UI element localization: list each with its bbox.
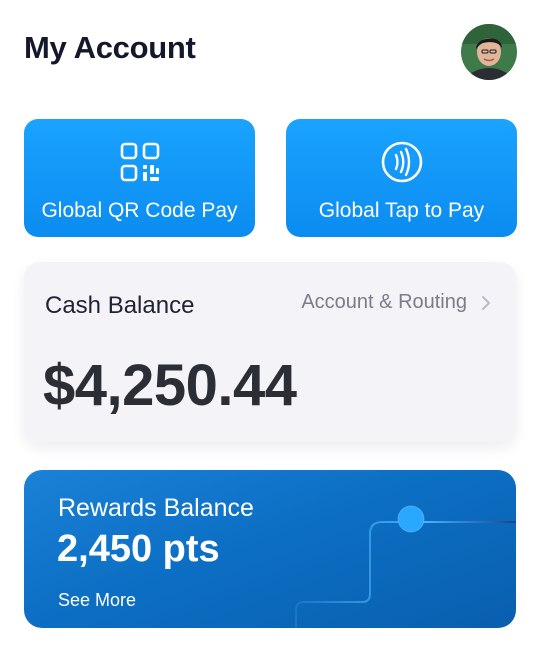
qr-code-icon	[120, 142, 159, 182]
avatar[interactable]	[461, 24, 517, 80]
cash-balance-card: Cash Balance Account & Routing $4,250.44	[24, 262, 516, 442]
see-more-link[interactable]: See More	[58, 590, 136, 611]
page-title: My Account	[24, 30, 196, 65]
user-avatar-icon	[461, 24, 517, 80]
rewards-points-value: 2,450 pts	[57, 528, 220, 570]
account-routing-label: Account & Routing	[301, 291, 467, 313]
cash-balance-title: Cash Balance	[45, 292, 195, 319]
chevron-right-icon	[482, 295, 490, 310]
global-tap-to-pay-button[interactable]: Global Tap to Pay	[286, 119, 517, 237]
global-qr-code-pay-button[interactable]: Global QR Code Pay	[24, 119, 255, 237]
rewards-balance-title: Rewards Balance	[58, 494, 254, 522]
contactless-icon	[381, 141, 422, 183]
account-routing-link[interactable]: Account & Routing	[301, 291, 491, 314]
qr-pay-label: Global QR Code Pay	[41, 199, 238, 222]
my-account-screen: My Account Global QR Code Pay Global Tap…	[0, 0, 541, 653]
cash-balance-amount: $4,250.44	[43, 353, 297, 418]
rewards-balance-card[interactable]: Rewards Balance 2,450 pts See More	[24, 470, 516, 628]
tap-pay-label: Global Tap to Pay	[318, 199, 485, 222]
